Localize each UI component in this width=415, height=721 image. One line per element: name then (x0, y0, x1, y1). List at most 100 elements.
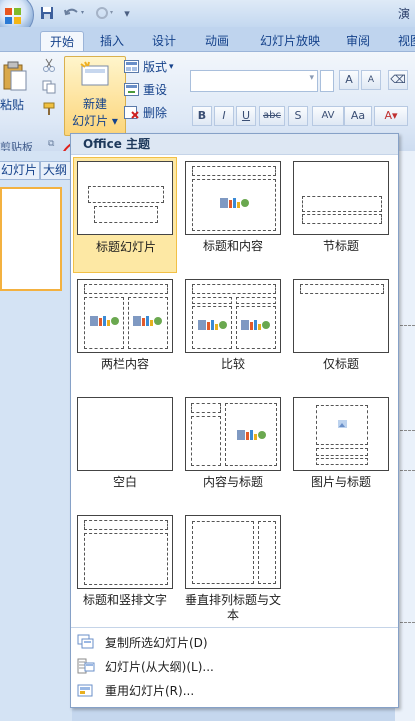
layout-thumbnail (77, 279, 173, 353)
save-icon[interactable] (38, 4, 56, 22)
gallery-separator (71, 627, 398, 628)
content-icons (90, 316, 119, 326)
layout-icon (124, 60, 139, 73)
layout-label: 仅标题 (322, 357, 359, 371)
tab-outline[interactable]: 大纲 (40, 161, 72, 180)
font-color-button[interactable]: A▾ (374, 106, 408, 126)
layout-label: 两栏内容 (100, 357, 149, 371)
layout-title-only[interactable]: 仅标题 (289, 275, 393, 391)
layout-comparison[interactable]: 比较 (181, 275, 285, 391)
paste-label[interactable]: 粘贴 (0, 96, 24, 113)
redo-icon[interactable] (94, 4, 118, 22)
grow-font-button[interactable]: A (339, 70, 359, 90)
layout-content-caption[interactable]: 内容与标题 (181, 393, 285, 509)
content-icons (237, 430, 266, 440)
layout-thumbnail (293, 279, 389, 353)
tab-insert[interactable]: 插入 (92, 31, 132, 52)
new-slide-gallery: Office 主题 标题幻灯片 标题和内容 节标题 两栏内容 比较 仅标题 空白… (70, 133, 399, 708)
layout-label: 垂直排列标题与文本 (184, 593, 281, 622)
shadow-button[interactable]: S (288, 106, 308, 126)
tab-slides[interactable]: 幻灯片 (0, 161, 40, 180)
layout-thumbnail (77, 161, 173, 235)
char-spacing-button[interactable]: AV (312, 106, 344, 126)
delete-button[interactable]: 删除 (124, 104, 167, 121)
reset-icon (124, 83, 139, 96)
font-name-combo[interactable]: ▾ (190, 70, 318, 92)
bold-button[interactable]: B (192, 106, 212, 126)
tab-view[interactable]: 视图 (392, 31, 415, 52)
layout-label: 标题幻灯片 (95, 240, 156, 254)
reset-button[interactable]: 重设 (124, 81, 167, 98)
new-slide-label-line1: 新建 (82, 97, 107, 111)
layout-label: 标题和竖排文字 (82, 593, 167, 607)
duplicate-selected-slides-item[interactable]: 复制所选幻灯片(D) (71, 631, 398, 653)
slides-from-outline-icon (77, 658, 95, 674)
layout-label: 内容与标题 (202, 475, 263, 489)
layout-thumbnail (77, 397, 173, 471)
new-slide-icon (80, 61, 109, 86)
gallery-header: Office 主题 (71, 134, 398, 155)
tab-home[interactable]: 开始 (40, 31, 84, 53)
layout-button[interactable]: 版式 ▾ (124, 58, 174, 75)
layout-thumbnail (185, 279, 281, 353)
layout-title-slide[interactable]: 标题幻灯片 (73, 157, 177, 273)
font-size-combo[interactable] (320, 70, 334, 92)
layout-label: 比较 (220, 357, 245, 371)
content-icons (198, 320, 227, 330)
layout-thumbnail (293, 161, 389, 235)
layout-title-content[interactable]: 标题和内容 (181, 157, 285, 273)
layout-thumbnail (77, 515, 173, 589)
underline-button[interactable]: U (236, 106, 256, 126)
layout-picture-caption[interactable]: 图片与标题 (289, 393, 393, 509)
pane-tabs: 幻灯片 大纲 (0, 161, 72, 180)
new-slide-label-line2: 幻灯片 ▾ (72, 114, 118, 128)
delete-icon (124, 106, 139, 119)
layout-blank[interactable]: 空白 (73, 393, 177, 509)
tab-review[interactable]: 审阅 (340, 31, 376, 52)
slides-from-outline-item[interactable]: 幻灯片(从大纲)(L)... (71, 655, 398, 677)
picture-icon (338, 420, 347, 428)
italic-button[interactable]: I (214, 106, 234, 126)
placeholder-edge (400, 470, 415, 471)
content-icons (241, 320, 270, 330)
shrink-font-button[interactable]: A (361, 70, 381, 90)
strikethrough-button[interactable]: abc (259, 106, 285, 126)
title-bar: ▾ 演 (0, 0, 415, 36)
tab-design[interactable]: 设计 (144, 31, 184, 52)
cut-icon[interactable] (42, 58, 56, 72)
reuse-slides-icon (77, 684, 93, 697)
placeholder-edge (400, 430, 415, 431)
layout-section-header[interactable]: 节标题 (289, 157, 393, 273)
menu-item-label: 幻灯片(从大纲)(L)... (105, 659, 214, 674)
layout-vertical-title-text[interactable]: 垂直排列标题与文本 (181, 511, 285, 627)
layout-label: 标题和内容 (202, 239, 263, 253)
font-name-dropdown-icon[interactable]: ▾ (309, 73, 314, 83)
placeholder-edge (400, 622, 415, 623)
duplicate-slide-icon (77, 634, 94, 649)
format-painter-icon[interactable] (42, 102, 56, 116)
tab-slideshow[interactable]: 幻灯片放映 (255, 31, 325, 52)
content-icons (220, 198, 249, 208)
reset-label: 重设 (143, 83, 168, 97)
paste-icon[interactable] (2, 60, 32, 94)
clear-format-icon[interactable]: ⌫ (388, 70, 408, 90)
slide-thumbnail[interactable] (0, 187, 62, 291)
window-title: 演 (398, 7, 411, 21)
new-slide-button[interactable]: 新建 幻灯片 ▾ (64, 56, 126, 136)
change-case-button[interactable]: Aa (344, 106, 372, 126)
customize-qat-icon[interactable]: ▾ (120, 4, 134, 22)
copy-icon[interactable] (42, 80, 56, 94)
undo-icon[interactable] (60, 4, 90, 22)
content-icons (133, 316, 162, 326)
reuse-slides-item[interactable]: 重用幻灯片(R)... (71, 679, 398, 701)
layout-thumbnail (293, 397, 389, 471)
layout-label: 空白 (112, 475, 137, 489)
layout-two-content[interactable]: 两栏内容 (73, 275, 177, 391)
clipboard-launcher-icon[interactable]: ⧉ (48, 139, 54, 149)
delete-label: 删除 (143, 106, 168, 120)
menu-item-label: 重用幻灯片(R)... (105, 683, 195, 698)
layout-thumbnail (185, 515, 281, 589)
layout-title-vertical-text[interactable]: 标题和竖排文字 (73, 511, 177, 627)
menu-item-label: 复制所选幻灯片(D) (105, 635, 208, 650)
tab-animation[interactable]: 动画 (197, 31, 237, 52)
